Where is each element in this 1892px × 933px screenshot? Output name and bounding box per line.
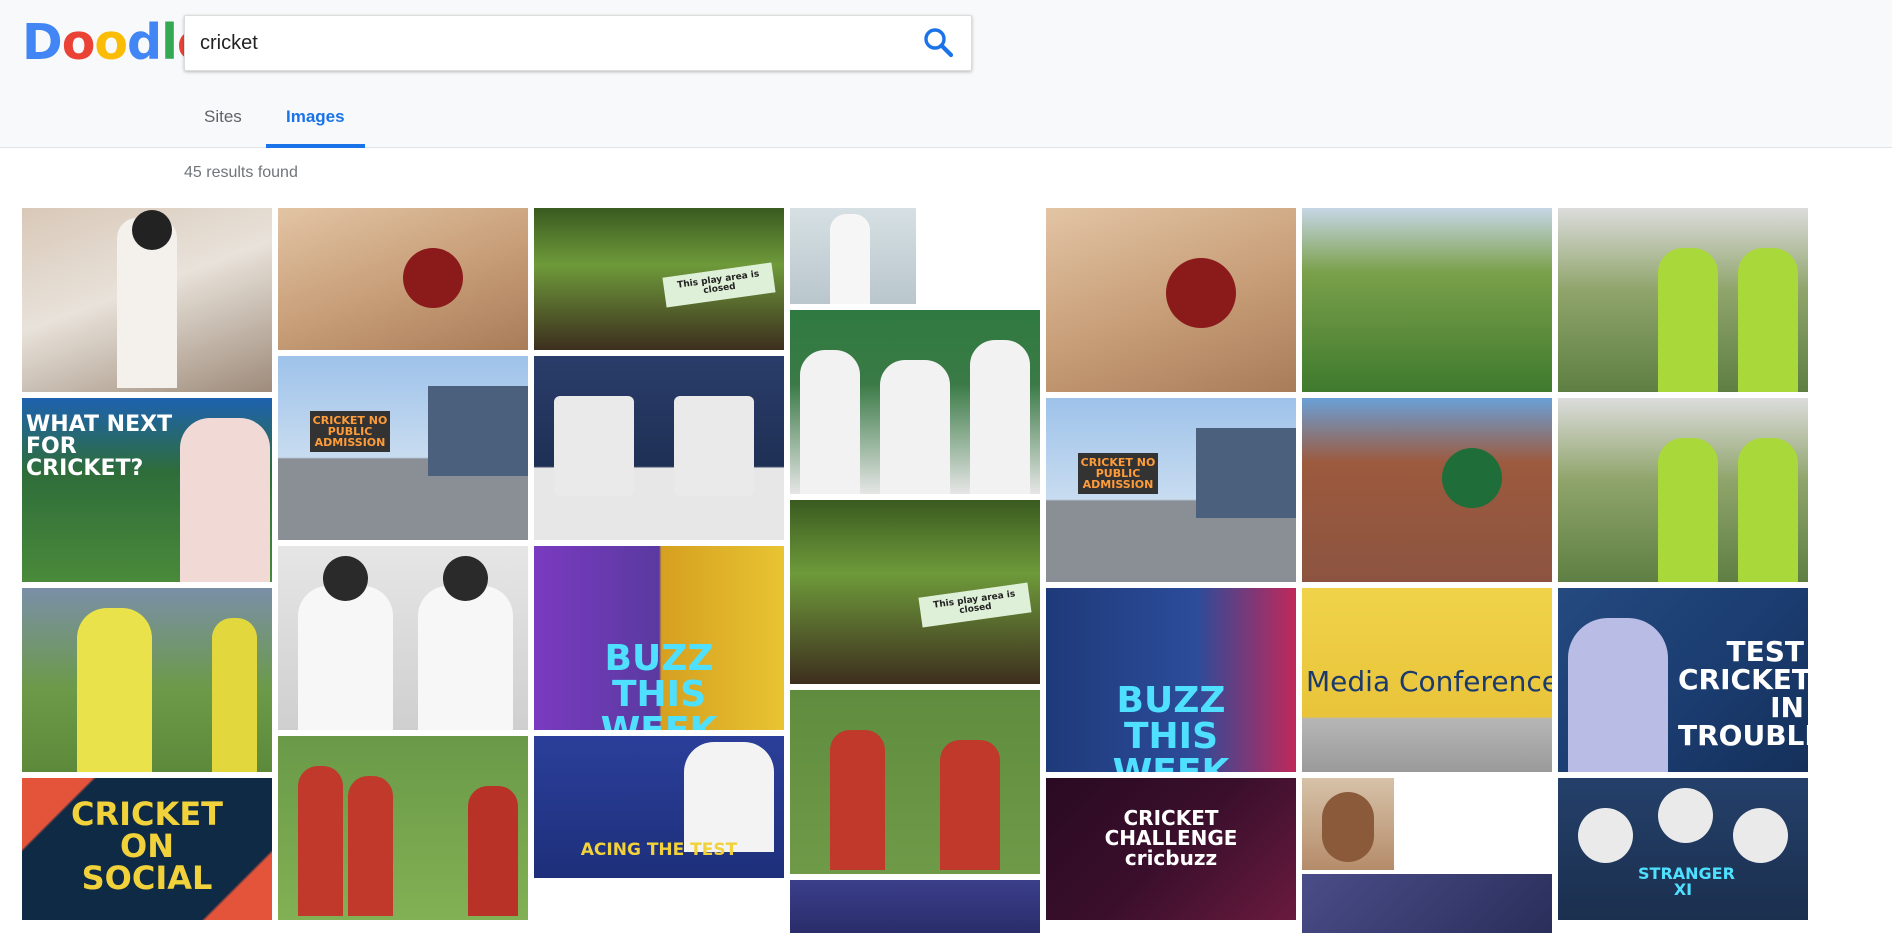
image-caption: ACING THE TEST bbox=[580, 840, 738, 860]
image-thumbnail bbox=[880, 360, 950, 494]
image-thumbnail bbox=[348, 776, 393, 916]
image-result[interactable] bbox=[790, 310, 1040, 494]
image-result[interactable] bbox=[790, 880, 1040, 933]
image-result[interactable]: ACING THE TEST bbox=[534, 736, 784, 878]
image-result[interactable]: Media Conference bbox=[1302, 588, 1552, 772]
image-caption: This play area is closed bbox=[918, 582, 1032, 628]
image-result[interactable] bbox=[278, 736, 528, 920]
image-thumbnail bbox=[970, 340, 1030, 494]
image-result[interactable]: WHAT NEXT FOR CRICKET? bbox=[22, 398, 272, 582]
tab-sites[interactable]: Sites bbox=[184, 104, 262, 148]
image-result[interactable]: This play area is closed bbox=[534, 208, 784, 350]
image-caption: CRICKET NO PUBLIC ADMISSION bbox=[310, 411, 390, 452]
image-thumbnail bbox=[443, 556, 488, 601]
image-result[interactable] bbox=[22, 208, 272, 392]
image-thumbnail bbox=[800, 350, 860, 494]
search-box bbox=[184, 15, 972, 71]
image-thumbnail bbox=[1658, 788, 1713, 843]
image-result[interactable]: STRANGER XI bbox=[1558, 778, 1808, 920]
image-thumbnail bbox=[1658, 248, 1718, 392]
image-result[interactable]: BUZZ THIS WEEK bbox=[1046, 588, 1296, 772]
logo[interactable]: Doodle bbox=[22, 14, 210, 72]
image-thumbnail bbox=[1322, 792, 1374, 862]
image-thumbnail bbox=[1733, 808, 1788, 863]
image-thumbnail bbox=[1738, 248, 1798, 392]
image-result[interactable]: TEST CRICKET IN TROUBLE bbox=[1558, 588, 1808, 772]
image-result[interactable] bbox=[534, 356, 784, 540]
image-thumbnail bbox=[830, 730, 885, 870]
image-thumbnail bbox=[403, 248, 463, 308]
image-thumbnail bbox=[298, 586, 393, 730]
image-result[interactable]: CRICKET CHALLENGE cricbuzz bbox=[1046, 778, 1296, 920]
image-result[interactable] bbox=[278, 208, 528, 350]
image-thumbnail bbox=[323, 556, 368, 601]
image-caption: CRICKET NO PUBLIC ADMISSION bbox=[1078, 453, 1158, 494]
image-thumbnail bbox=[212, 618, 257, 772]
image-caption: BUZZ THIS WEEK bbox=[601, 638, 718, 731]
image-thumbnail bbox=[1578, 808, 1633, 863]
image-caption: This play area is closed bbox=[662, 262, 776, 308]
image-thumbnail bbox=[132, 210, 172, 250]
tab-label: Images bbox=[286, 107, 345, 126]
tab-label: Sites bbox=[204, 107, 242, 126]
image-result[interactable] bbox=[1302, 398, 1552, 582]
results-count: 45 results found bbox=[184, 164, 298, 181]
image-result[interactable] bbox=[1302, 208, 1552, 392]
image-thumbnail bbox=[1196, 428, 1296, 518]
search-input[interactable] bbox=[200, 28, 900, 58]
image-thumbnail bbox=[1738, 438, 1798, 582]
image-thumbnail bbox=[77, 608, 152, 772]
image-result[interactable]: CRICKET NO PUBLIC ADMISSION bbox=[278, 356, 528, 540]
image-thumbnail bbox=[674, 396, 754, 496]
image-result[interactable] bbox=[278, 546, 528, 730]
image-caption: WHAT NEXT FOR CRICKET? bbox=[26, 412, 173, 481]
image-caption: STRANGER XI bbox=[1638, 864, 1735, 899]
search-button[interactable] bbox=[921, 26, 957, 62]
search-icon bbox=[924, 28, 954, 58]
image-caption: Media Conference bbox=[1306, 665, 1552, 698]
header: Doodle Sites Images bbox=[0, 0, 1892, 148]
logo-letter: l bbox=[161, 14, 178, 71]
image-result[interactable] bbox=[1558, 208, 1808, 392]
image-caption: CRICKET ON SOCIAL bbox=[71, 795, 223, 897]
image-result[interactable]: CRICKET ON SOCIAL bbox=[22, 778, 272, 920]
image-caption: CRICKET CHALLENGE cricbuzz bbox=[1104, 806, 1238, 870]
tab-images[interactable]: Images bbox=[266, 104, 365, 148]
logo-letter: d bbox=[127, 14, 162, 71]
image-result[interactable] bbox=[1046, 208, 1296, 392]
logo-letter: o bbox=[94, 14, 128, 71]
image-result[interactable] bbox=[1558, 398, 1808, 582]
image-caption: TEST CRICKET IN TROUBLE bbox=[1678, 635, 1808, 752]
image-thumbnail bbox=[940, 740, 1000, 870]
image-result[interactable] bbox=[790, 208, 916, 304]
logo-letter: o bbox=[61, 14, 96, 71]
image-thumbnail bbox=[1166, 258, 1236, 328]
image-thumbnail bbox=[180, 418, 270, 582]
image-thumbnail bbox=[684, 742, 774, 852]
image-thumbnail bbox=[468, 786, 518, 916]
image-thumbnail bbox=[428, 386, 528, 476]
image-result[interactable] bbox=[790, 690, 1040, 874]
image-thumbnail bbox=[830, 214, 870, 304]
image-thumbnail bbox=[554, 396, 634, 496]
image-result[interactable] bbox=[22, 588, 272, 772]
image-result[interactable] bbox=[1302, 874, 1552, 933]
image-thumbnail bbox=[298, 766, 343, 916]
image-caption: BUZZ THIS WEEK bbox=[1113, 680, 1230, 773]
image-result[interactable]: BUZZ THIS WEEK bbox=[534, 546, 784, 730]
image-result[interactable] bbox=[1302, 778, 1394, 870]
image-result[interactable]: This play area is closed bbox=[790, 500, 1040, 684]
image-thumbnail bbox=[1658, 438, 1718, 582]
image-thumbnail bbox=[1442, 448, 1502, 508]
image-thumbnail bbox=[418, 586, 513, 730]
logo-letter: D bbox=[22, 14, 63, 71]
image-result[interactable]: CRICKET NO PUBLIC ADMISSION bbox=[1046, 398, 1296, 582]
image-thumbnail bbox=[1568, 618, 1668, 772]
